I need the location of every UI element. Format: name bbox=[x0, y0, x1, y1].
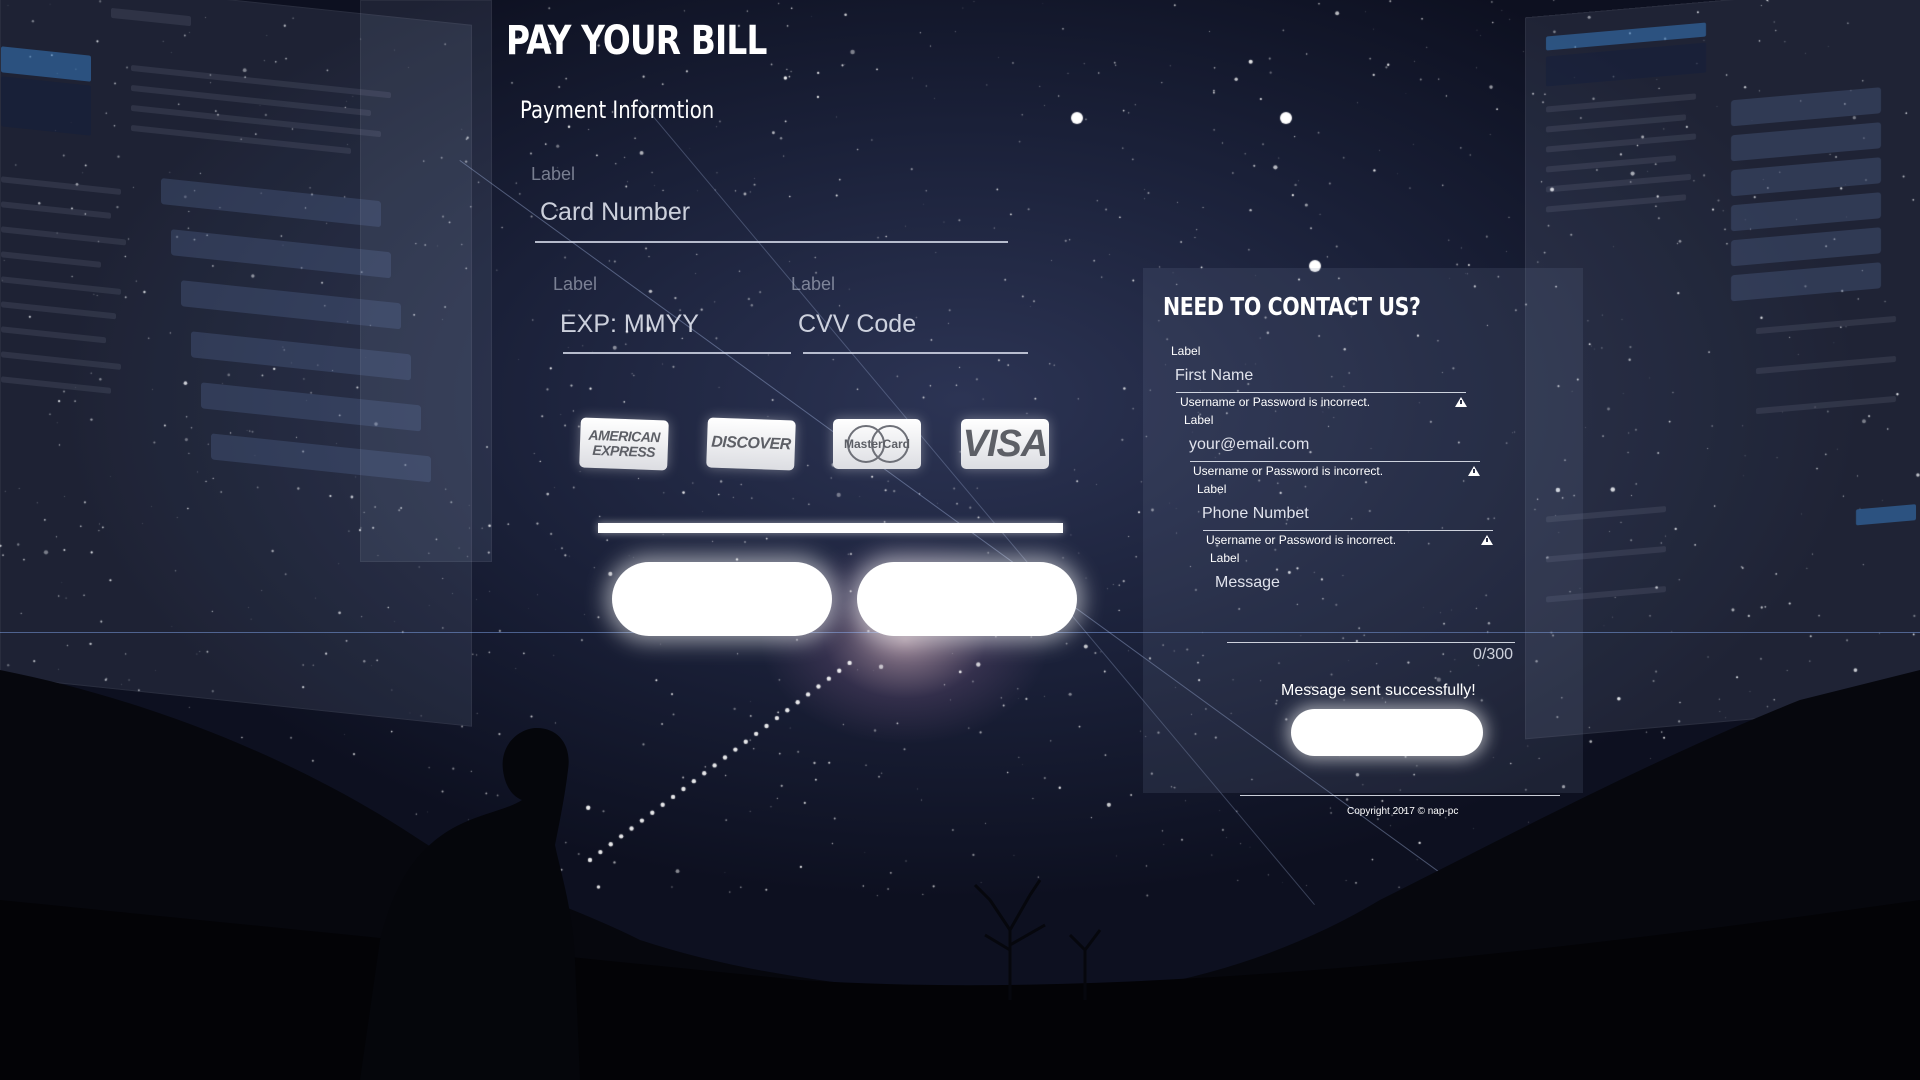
landscape-silhouette bbox=[0, 670, 1920, 1080]
pay-button[interactable] bbox=[857, 562, 1077, 636]
card-number-underline bbox=[535, 241, 1008, 243]
contact-title: NEED TO CONTACT US? bbox=[1163, 292, 1421, 321]
success-message: Message sent successfully! bbox=[1281, 682, 1476, 699]
exp-underline bbox=[563, 352, 791, 354]
message-underline bbox=[1227, 642, 1515, 643]
page-title: PAY YOUR BILL bbox=[506, 18, 767, 64]
first-name-field[interactable]: First Name bbox=[1175, 367, 1253, 385]
visa-logo-icon[interactable]: VISA bbox=[961, 419, 1049, 469]
warning-icon bbox=[1455, 397, 1467, 407]
payment-divider-bar bbox=[598, 523, 1063, 533]
card-number-label: Label bbox=[531, 164, 576, 184]
cvv-underline bbox=[803, 352, 1028, 354]
message-field[interactable]: Message bbox=[1215, 574, 1280, 592]
copyright-text: Copyright 2017 © nap-pc bbox=[1347, 806, 1459, 817]
email-field[interactable]: your@email.com bbox=[1189, 436, 1309, 454]
card-number-input[interactable]: Card Number bbox=[540, 198, 690, 227]
first-name-label: Label bbox=[1171, 344, 1201, 358]
exp-label: Label bbox=[553, 274, 598, 294]
phone-error: Username or Password is incorrect. bbox=[1206, 533, 1397, 547]
email-label: Label bbox=[1184, 413, 1214, 427]
email-error: Username or Password is incorrect. bbox=[1193, 464, 1384, 478]
discover-logo-icon[interactable]: DISCOVER bbox=[706, 417, 796, 471]
warning-icon bbox=[1468, 466, 1480, 476]
phone-label: Label bbox=[1197, 482, 1227, 496]
message-label: Label bbox=[1210, 551, 1240, 565]
send-button[interactable] bbox=[1291, 709, 1483, 756]
section-subtitle: Payment Informtion bbox=[520, 96, 715, 124]
phone-field[interactable]: Phone Numbet bbox=[1202, 505, 1309, 523]
cancel-button[interactable] bbox=[612, 562, 832, 636]
first-name-error: Username or Password is incorrect. bbox=[1180, 395, 1371, 409]
email-underline bbox=[1190, 461, 1480, 462]
first-name-underline bbox=[1176, 392, 1466, 393]
phone-underline bbox=[1203, 530, 1493, 531]
mastercard-logo-icon[interactable]: MasterCard bbox=[833, 419, 921, 469]
exp-input[interactable]: EXP: MMYY bbox=[560, 310, 699, 339]
amex-logo-icon[interactable]: AMERICAN EXPRESS bbox=[579, 417, 669, 471]
warning-icon bbox=[1481, 535, 1493, 545]
footer-divider bbox=[1240, 795, 1560, 796]
cvv-input[interactable]: CVV Code bbox=[798, 310, 916, 339]
cvv-label: Label bbox=[791, 274, 836, 294]
background-scene bbox=[0, 0, 1920, 1080]
character-counter: 0/300 bbox=[1473, 646, 1514, 663]
